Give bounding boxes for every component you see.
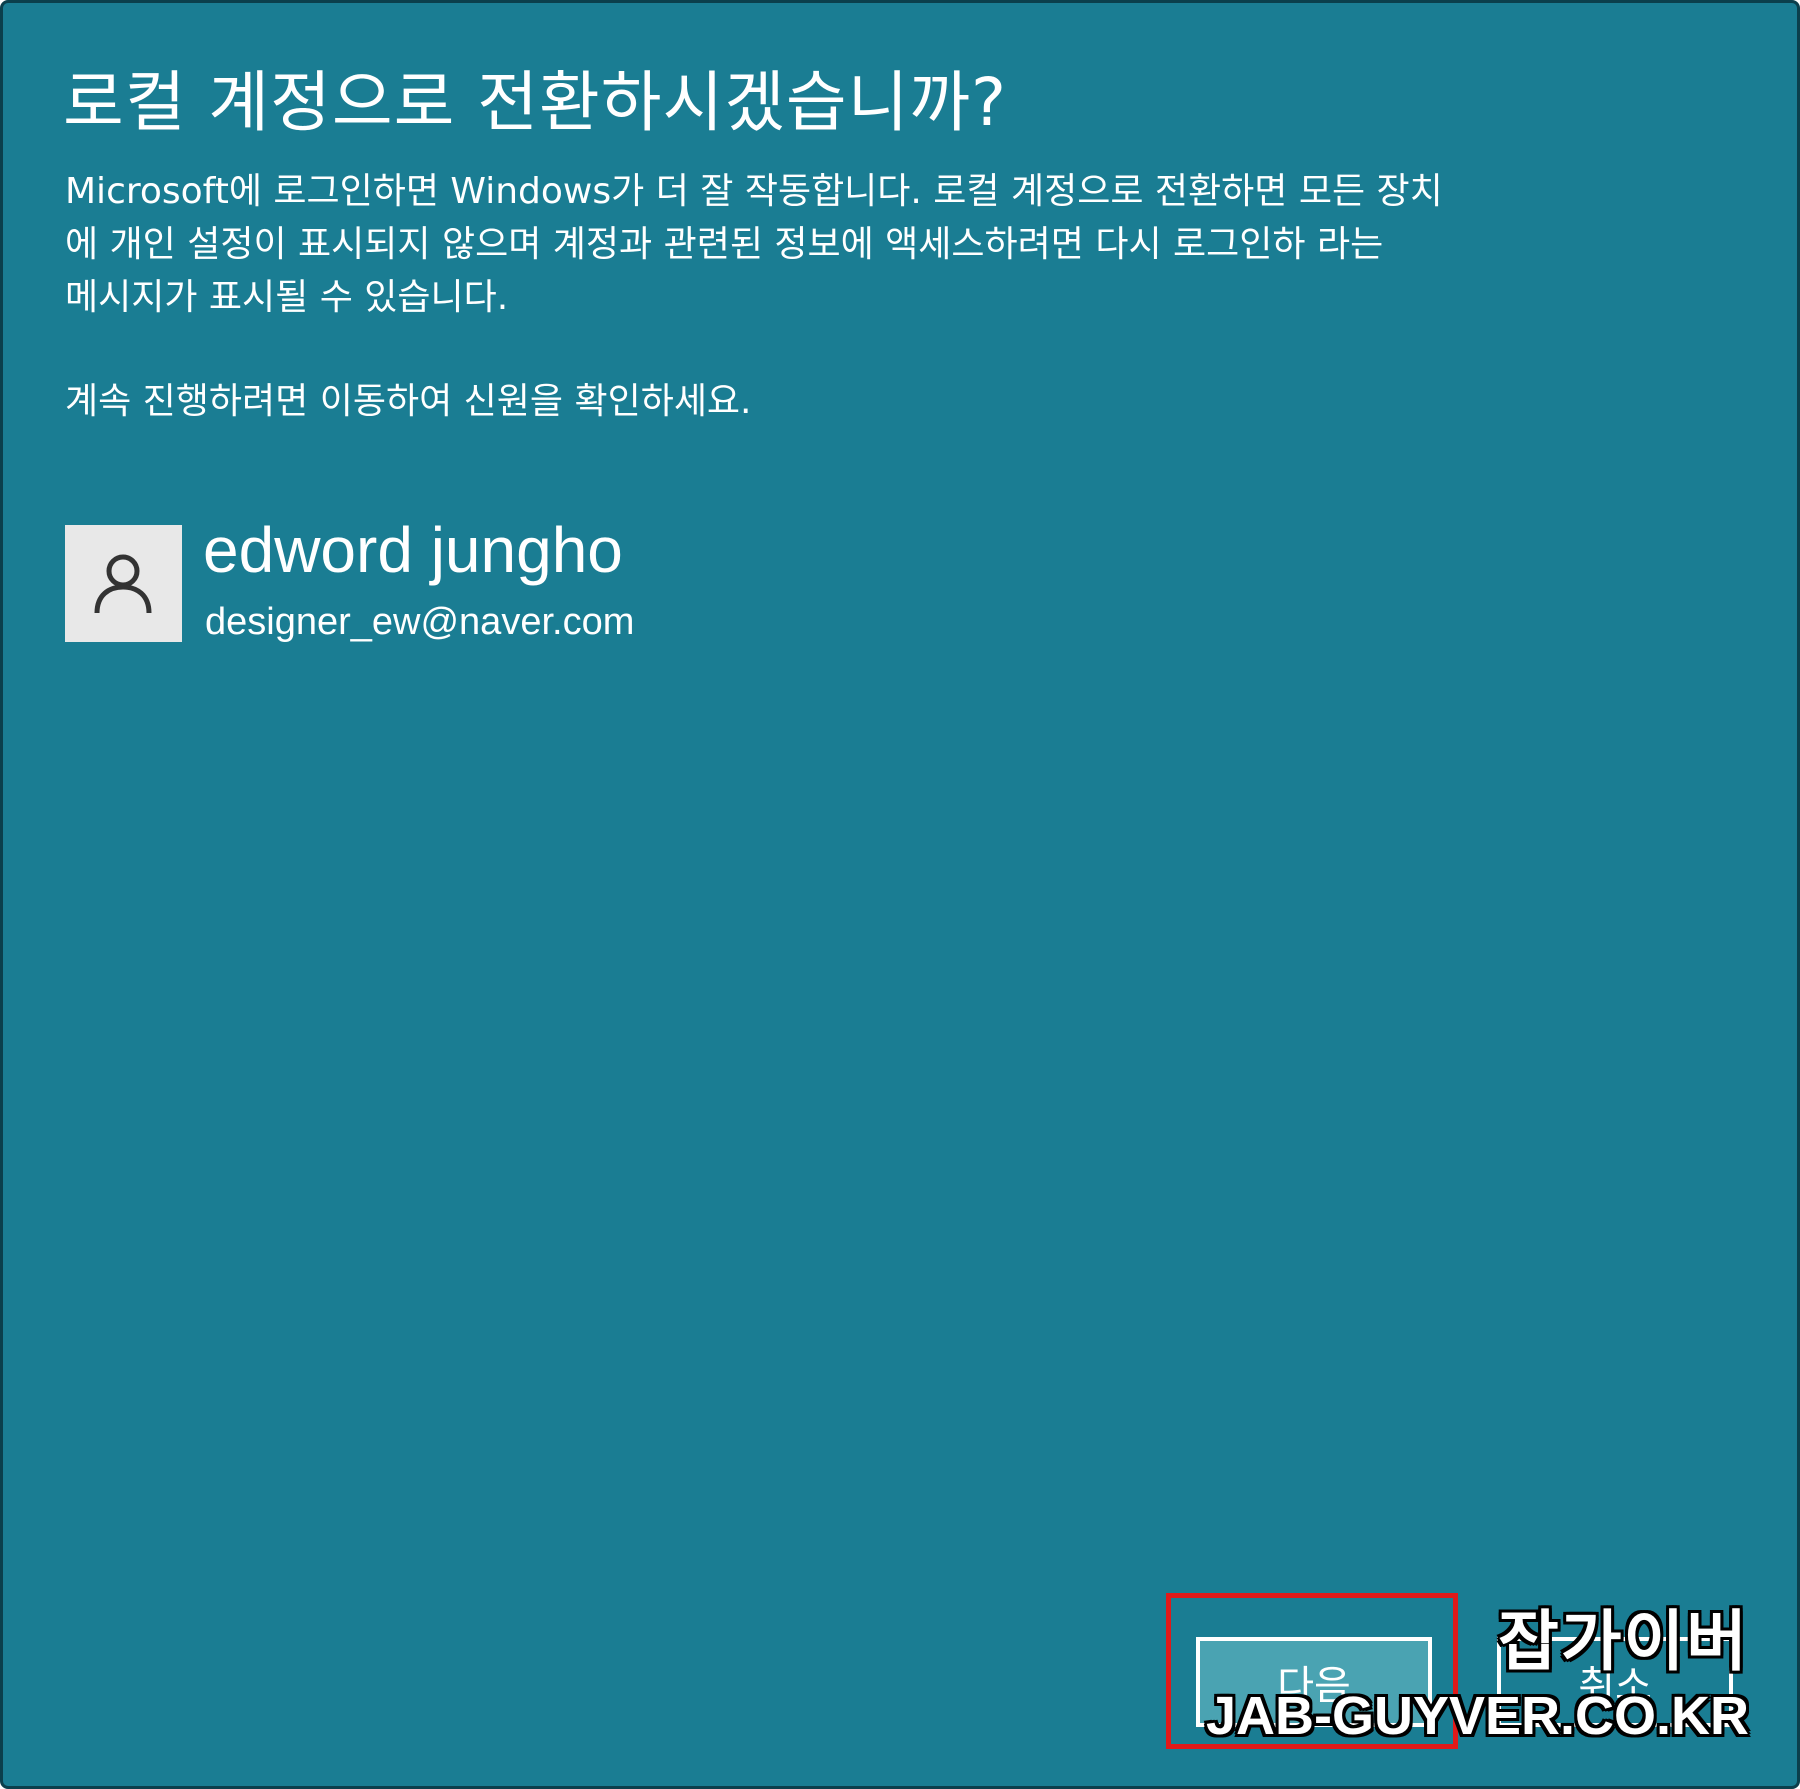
person-icon [94,554,152,614]
description-line: Microsoft에 로그인하면 Windows가 더 잘 작동합니다. 로컬 … [65,171,1443,212]
description-line: 에 개인 설정이 표시되지 않으며 계정과 관련된 정보에 액세스하려면 다시 … [65,224,1384,265]
watermark-korean: 잡가이버 [1497,1602,1749,1681]
account-email: designer_ew@naver.com [205,601,635,643]
continue-instruction: 계속 진행하려면 이동하여 신원을 확인하세요. [65,381,752,422]
avatar [65,525,182,642]
description-line: 메시지가 표시될 수 있습니다. [65,277,509,318]
dialog-description: Microsoft에 로그인하면 Windows가 더 잘 작동합니다. 로컬 … [65,165,1665,324]
watermark-site: JAB-GUYVER.CO.KR [1205,1685,1750,1747]
switch-local-account-dialog: 로컬 계정으로 전환하시겠습니까? Microsoft에 로그인하면 Windo… [0,0,1800,1789]
account-name: edword jungho [203,514,623,586]
watermark: 잡가이버 JAB-GUYVER.CO.KR [1205,1602,1750,1751]
dialog-title: 로컬 계정으로 전환하시겠습니까? [63,64,1008,141]
